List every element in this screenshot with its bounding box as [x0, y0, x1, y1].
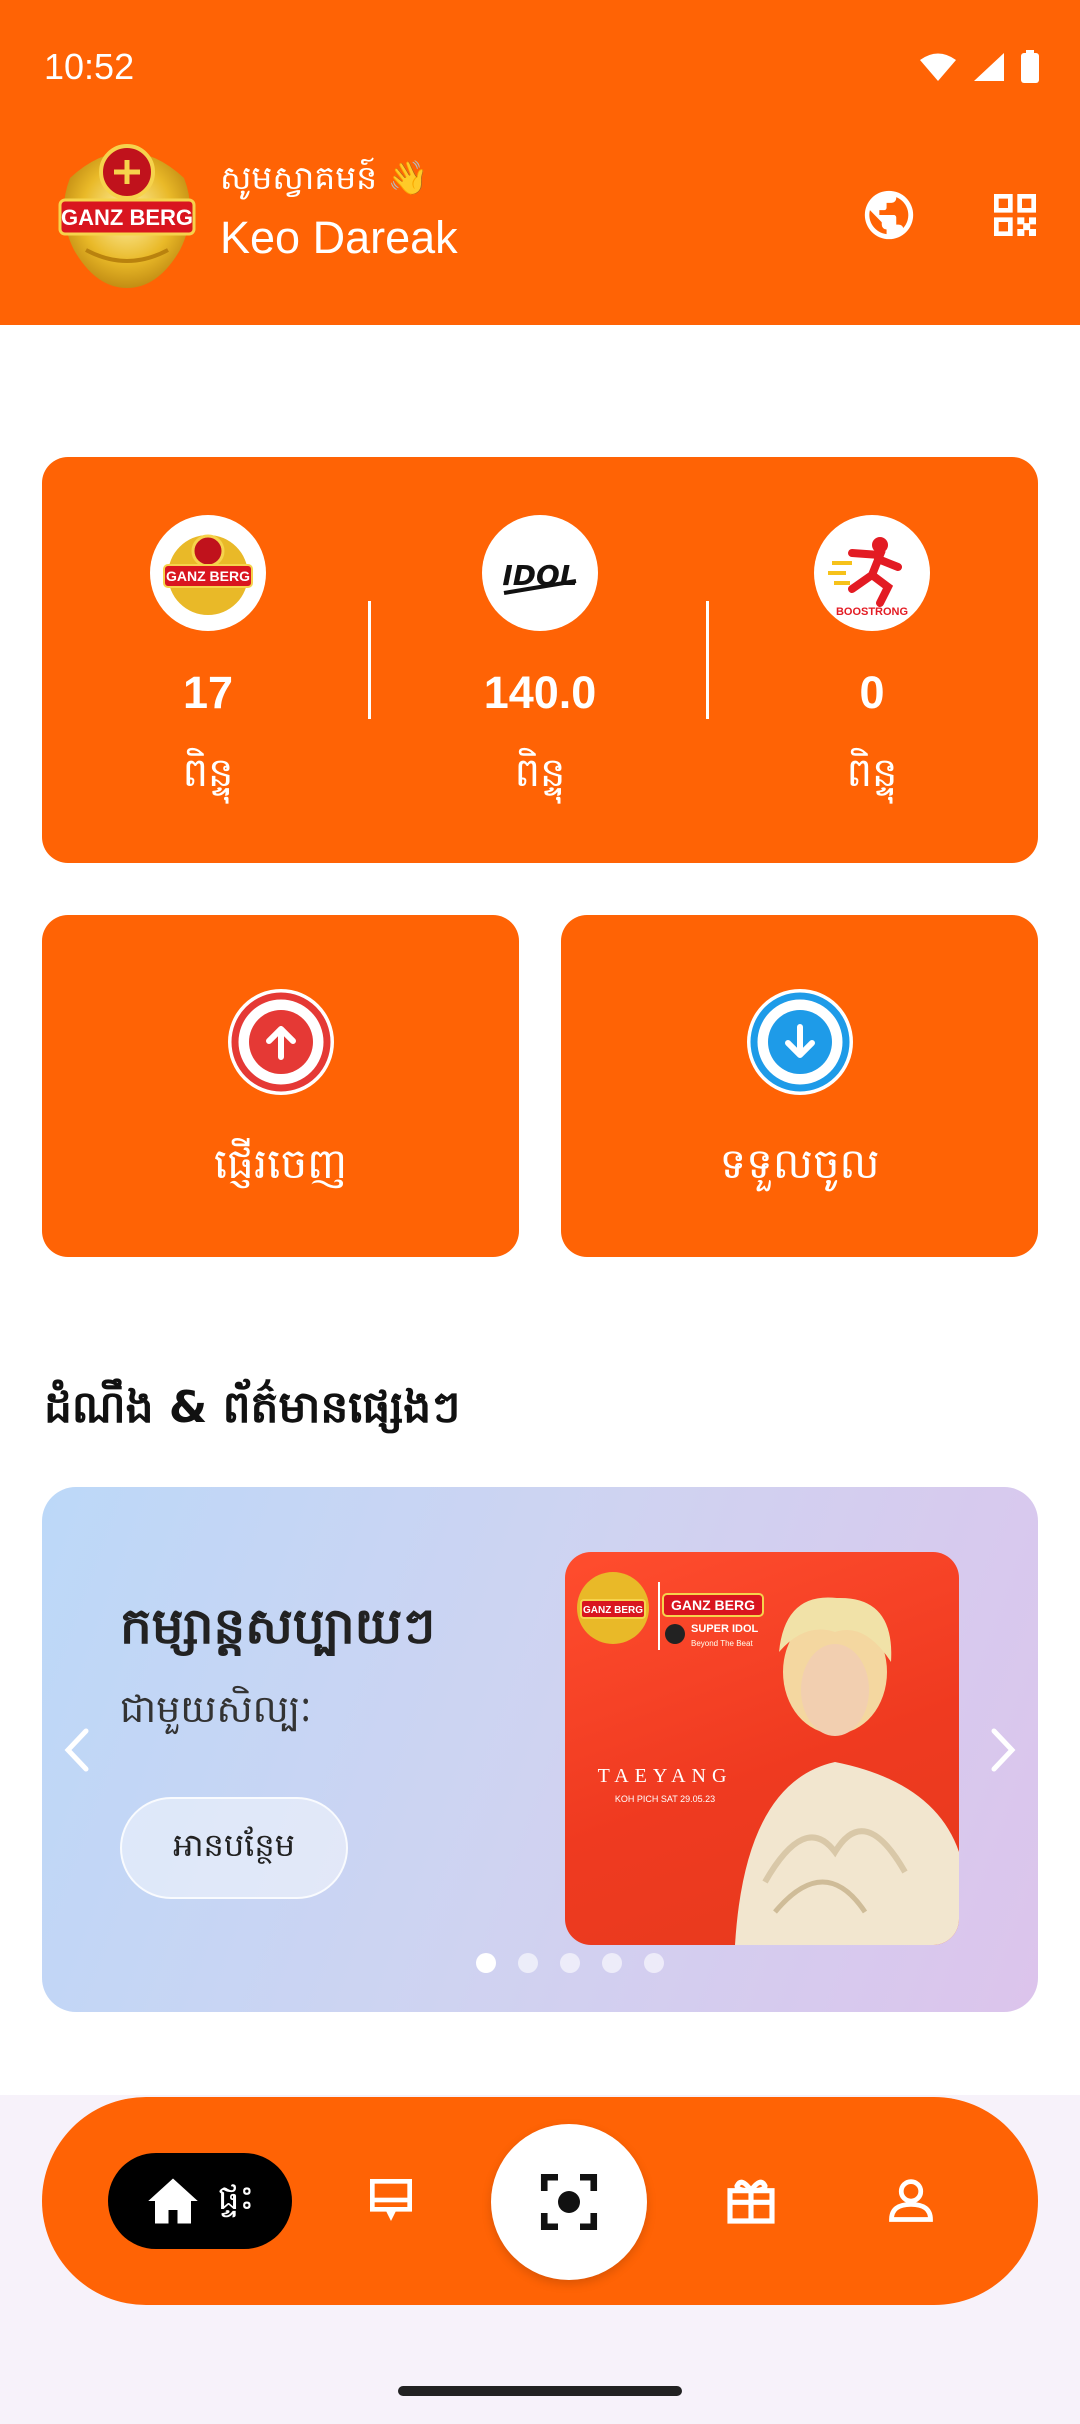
svg-text:GANZ BERG: GANZ BERG — [671, 1597, 755, 1613]
qr-code-icon[interactable] — [982, 182, 1048, 248]
points-value: 0 — [859, 667, 885, 718]
brand-logo-text: GANZ BERG — [61, 205, 193, 230]
points-value: 140.0 — [483, 667, 597, 718]
idol-logo: IDOL — [482, 515, 598, 631]
points-card: GANZ BERG 17 ពិន្ទុ IDOL 140.0 ពិន្ទុ BO… — [42, 457, 1038, 863]
signal-icon — [974, 53, 1004, 81]
carousel-dot[interactable] — [602, 1953, 622, 1973]
ganzberg-logo: GANZ BERG — [150, 515, 266, 631]
divider — [368, 601, 371, 719]
svg-text:TAEYANG: TAEYANG — [598, 1765, 733, 1787]
points-value: 17 — [182, 667, 234, 718]
gift-icon — [727, 2179, 775, 2224]
points-ganzberg[interactable]: GANZ BERG 17 ពិន្ទុ — [42, 457, 374, 863]
banner-image[interactable]: GANZ BERG GANZ BERG SUPER IDOL Beyond Th… — [565, 1552, 959, 1945]
svg-text:BOOSTRONG: BOOSTRONG — [836, 606, 908, 618]
nav-card-button[interactable] — [358, 2167, 424, 2233]
chevron-left-icon[interactable] — [52, 1715, 102, 1785]
nav-home-label: ផ្ទះ — [217, 2178, 255, 2218]
nav-profile-button[interactable] — [878, 2167, 944, 2233]
bottom-nav-bar: ផ្ទះ — [42, 2097, 1038, 2305]
banner-title: កម្សាន្តសប្បាយៗ — [120, 1597, 436, 1655]
status-time: 10:52 — [44, 46, 135, 87]
carousel-dots — [42, 1953, 1038, 1973]
points-unit: ពិន្ទុ — [182, 750, 234, 796]
send-button[interactable]: ផ្ញើរចេញ — [42, 915, 519, 1257]
points-unit: ពិន្ទុ — [846, 750, 898, 796]
receive-label: ទទួលចូល — [719, 1139, 880, 1188]
points-idol[interactable]: IDOL 140.0 ពិន្ទុ — [374, 457, 706, 863]
status-bar: 10:52 — [0, 0, 1080, 130]
brand-logo: GANZ BERG — [56, 138, 198, 290]
banner-subtitle: ជាមួយសិល្បៈ — [120, 1687, 312, 1731]
send-label: ផ្ញើរចេញ — [213, 1139, 348, 1188]
app-header: 10:52 GANZ BERG សូមស្វាគមន៍ 👋 Keo Dareak — [0, 0, 1080, 325]
carousel-dot[interactable] — [560, 1953, 580, 1973]
globe-icon[interactable] — [856, 182, 922, 248]
card-icon — [370, 2179, 412, 2221]
carousel-dot[interactable] — [518, 1953, 538, 1973]
send-up-arrow-icon — [228, 989, 334, 1095]
chevron-right-icon[interactable] — [978, 1715, 1028, 1785]
receive-button[interactable]: ទទួលចូល — [561, 915, 1038, 1257]
nav-gift-button[interactable] — [718, 2167, 784, 2233]
carousel-dot[interactable] — [476, 1953, 496, 1973]
profile-icon — [889, 2179, 933, 2222]
status-icons — [918, 50, 1040, 84]
wifi-icon — [920, 53, 956, 81]
points-boostrong[interactable]: BOOSTRONG 0 ពិន្ទុ — [706, 457, 1038, 863]
battery-icon — [1021, 50, 1039, 83]
receive-down-arrow-icon — [747, 989, 853, 1095]
home-icon — [147, 2178, 198, 2224]
svg-text:Beyond The Beat: Beyond The Beat — [691, 1639, 753, 1648]
scan-icon — [540, 2173, 598, 2231]
svg-text:KOH PICH SAT 29.05.23: KOH PICH SAT 29.05.23 — [615, 1794, 715, 1804]
news-banner-carousel[interactable]: កម្សាន្តសប្បាយៗ ជាមួយសិល្បៈ អានបន្ថែម GA… — [42, 1487, 1038, 2012]
carousel-dot[interactable] — [644, 1953, 664, 1973]
greeting-text: សូមស្វាគមន៍ 👋 — [220, 158, 429, 197]
username: Keo Dareak — [220, 212, 458, 263]
home-indicator[interactable] — [398, 2386, 682, 2396]
svg-text:GANZ BERG: GANZ BERG — [166, 568, 250, 584]
nav-home-button[interactable]: ផ្ទះ — [108, 2153, 292, 2249]
svg-text:SUPER IDOL: SUPER IDOL — [691, 1623, 759, 1635]
read-more-button[interactable]: អានបន្ថែម — [120, 1797, 348, 1899]
boostrong-logo: BOOSTRONG — [814, 515, 930, 631]
nav-scan-button[interactable] — [491, 2124, 647, 2280]
news-section-title: ដំណឹង & ព័ត៌មានផ្សេងៗ — [44, 1382, 461, 1433]
points-unit: ពិន្ទុ — [514, 750, 566, 796]
svg-text:GANZ BERG: GANZ BERG — [583, 1605, 643, 1616]
